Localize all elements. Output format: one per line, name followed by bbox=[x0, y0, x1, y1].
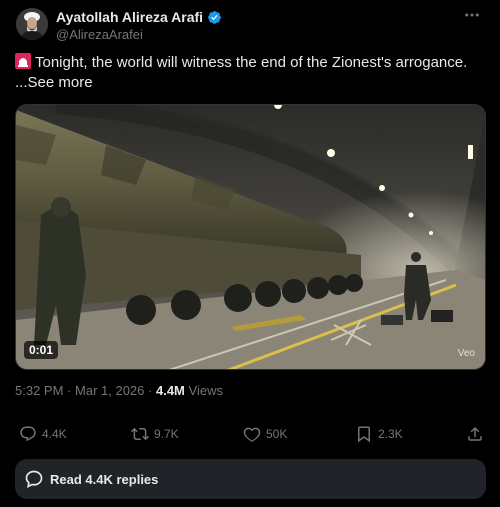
more-options-icon[interactable] bbox=[460, 6, 484, 26]
like-button[interactable]: 50K bbox=[243, 424, 287, 444]
verified-badge-icon bbox=[207, 10, 222, 25]
repost-icon bbox=[131, 427, 149, 441]
repost-count: 9.7K bbox=[154, 427, 179, 441]
repost-button[interactable]: 9.7K bbox=[131, 424, 179, 444]
chat-bubble-icon bbox=[25, 470, 43, 489]
bookmark-icon bbox=[358, 426, 370, 443]
action-bar: 4.4K 9.7K 50K 2.3K bbox=[0, 424, 500, 444]
like-count: 50K bbox=[266, 427, 288, 441]
post-date[interactable]: Mar 1, 2026 bbox=[75, 383, 144, 398]
post-meta: 5:32 PM · Mar 1, 2026 · 4.4M Views bbox=[15, 383, 223, 398]
watermark: Veo bbox=[457, 348, 475, 359]
video-player[interactable]: 0:01 Veo bbox=[15, 104, 486, 370]
read-replies-button[interactable]: Read 4.4K replies bbox=[15, 459, 486, 499]
views-label: Views bbox=[188, 383, 223, 398]
handle[interactable]: @AlirezaArafei bbox=[56, 27, 143, 42]
post[interactable]: Ayatollah Alireza Arafi @AlirezaArafei T… bbox=[0, 0, 500, 507]
bookmark-button[interactable]: 2.3K bbox=[355, 424, 403, 444]
read-replies-label: Read 4.4K replies bbox=[50, 471, 159, 487]
siren-icon bbox=[15, 53, 31, 69]
post-time[interactable]: 5:32 PM bbox=[15, 383, 63, 398]
see-more-link[interactable]: ...See more bbox=[15, 74, 93, 91]
post-body: Tonight, the world will witness the end … bbox=[35, 54, 468, 71]
share-button[interactable] bbox=[466, 424, 484, 444]
reply-icon bbox=[20, 426, 36, 442]
separator: · bbox=[67, 383, 72, 398]
post-text: Tonight, the world will witness the end … bbox=[15, 53, 485, 73]
video-duration: 0:01 bbox=[24, 341, 59, 359]
reply-button[interactable]: 4.4K bbox=[19, 424, 67, 444]
views-count: 4.4M bbox=[155, 383, 185, 398]
reply-count: 4.4K bbox=[42, 427, 67, 441]
display-name[interactable]: Ayatollah Alireza Arafi bbox=[56, 9, 203, 25]
share-icon bbox=[468, 426, 482, 441]
separator: · bbox=[148, 383, 153, 398]
video-thumbnail bbox=[16, 105, 485, 369]
bookmark-count: 2.3K bbox=[378, 427, 403, 441]
avatar[interactable] bbox=[16, 8, 48, 40]
heart-icon bbox=[243, 427, 261, 442]
